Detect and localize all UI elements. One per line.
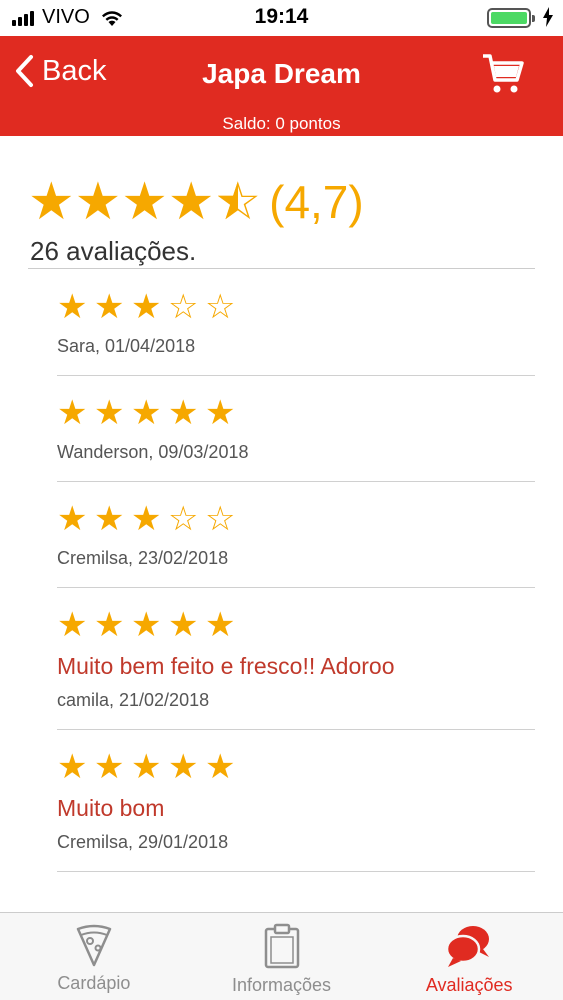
star-filled-icon: ★ <box>57 606 88 644</box>
star-filled-icon: ★ <box>74 173 122 231</box>
star-filled-icon: ★ <box>131 500 162 538</box>
review-item: ★ ★ ★ ☆ ☆ Sara, 01/04/2018 <box>57 270 535 376</box>
star-filled-icon: ★ <box>168 394 199 432</box>
status-bar: VIVO 19:14 <box>0 0 563 36</box>
tab-informacoes[interactable]: Informações <box>188 913 376 1000</box>
review-stars: ★ ★ ★ ★ ★ <box>57 748 535 786</box>
star-filled-icon: ★ <box>94 500 125 538</box>
star-filled-icon: ★ <box>205 394 236 432</box>
star-filled-icon: ★ <box>57 394 88 432</box>
clipboard-icon <box>264 923 299 969</box>
star-filled-icon: ★ <box>57 288 88 326</box>
star-filled-icon: ★ <box>205 606 236 644</box>
star-filled-icon: ★ <box>57 748 88 786</box>
star-filled-icon: ★ <box>94 394 125 432</box>
star-filled-icon: ★ <box>205 748 236 786</box>
review-comment: Muito bem feito e fresco!! Adoroo <box>57 653 395 679</box>
review-author-date: camila, 21/02/2018 <box>57 690 210 710</box>
star-half-icon: ☆★ <box>214 173 262 231</box>
tab-bar: Cardápio Informações Avaliações <box>0 912 563 1000</box>
star-empty-icon: ☆ <box>168 288 199 326</box>
review-item: ★ ★ ★ ★ ★ Muito bem feito e fresco!! Adoroo ca… <box>57 588 535 730</box>
review-item: ★ ★ ★ ★ ★ Wanderson, 09/03/2018 <box>57 376 535 482</box>
chat-bubbles-icon <box>445 926 490 967</box>
pizza-slice-icon <box>76 924 112 967</box>
review-stars: ★ ★ ★ ★ ★ <box>57 606 535 644</box>
review-author-date: Wanderson, 09/03/2018 <box>57 442 249 462</box>
review-item: ★ ★ ★ ☆ ☆ Cremilsa, 23/02/2018 <box>57 482 535 588</box>
tab-label-informacoes: Informações <box>231 975 332 995</box>
review-stars: ★ ★ ★ ☆ ☆ <box>57 288 535 326</box>
star-filled-icon: ★ <box>167 173 215 231</box>
review-stars: ★ ★ ★ ★ ★ <box>57 394 535 432</box>
cart-button[interactable] <box>481 52 525 101</box>
star-empty-icon: ☆ <box>205 288 236 326</box>
review-item: ★ ★ ★ ★ ★ Muito bom Cremilsa, 29/01/2018 <box>57 730 535 872</box>
star-filled-icon: ★ <box>28 173 75 231</box>
tab-cardapio[interactable]: Cardápio <box>0 913 188 1000</box>
star-filled-icon: ★ <box>94 748 125 786</box>
reviews-list: ★ ★ ★ ☆ ☆ Sara, 01/04/2018 ★ ★ ★ ★ ★ Wanderson, 09/… <box>57 270 535 872</box>
star-filled-icon: ★ <box>121 173 168 231</box>
battery-icon <box>487 8 535 28</box>
divider <box>28 268 535 269</box>
tab-label-cardapio: Cardápio <box>57 973 131 993</box>
tab-avaliacoes[interactable]: Avaliações <box>375 913 563 1000</box>
star-empty-icon: ☆ <box>205 500 236 538</box>
status-time: 19:14 <box>254 5 309 28</box>
star-filled-icon: ★ <box>131 288 162 326</box>
star-filled-icon: ★ <box>131 606 162 644</box>
navigation-bar: Back Japa Dream Saldo: 0 pontos <box>0 36 563 136</box>
review-author-date: Sara, 01/04/2018 <box>57 336 196 356</box>
charging-icon <box>543 7 553 32</box>
review-author-date: Cremilsa, 29/01/2018 <box>57 832 229 852</box>
star-filled-icon: ★ <box>131 748 162 786</box>
star-filled-icon: ★ <box>57 500 88 538</box>
average-rating: (4,7) <box>269 176 364 228</box>
review-stars: ★ ★ ★ ☆ ☆ <box>57 500 535 538</box>
review-author-date: Cremilsa, 23/02/2018 <box>57 548 229 568</box>
star-filled-icon: ★ <box>168 748 199 786</box>
review-comment: Muito bom <box>57 795 165 821</box>
cart-icon <box>483 54 524 93</box>
star-empty-icon: ☆ <box>168 500 199 538</box>
points-balance: Saldo: 0 pontos <box>222 114 341 133</box>
star-filled-icon: ★ <box>168 606 199 644</box>
average-stars: ★★★★☆★(4,7) <box>28 172 364 232</box>
star-filled-icon: ★ <box>94 606 125 644</box>
reviews-count: 26 avaliações. <box>30 236 197 266</box>
star-filled-icon: ★ <box>131 394 162 432</box>
tab-label-avaliacoes: Avaliações <box>425 975 513 995</box>
star-filled-icon: ★ <box>94 288 125 326</box>
page-title: Japa Dream <box>202 58 361 89</box>
rating-summary: ★★★★☆★(4,7) <box>28 172 364 232</box>
